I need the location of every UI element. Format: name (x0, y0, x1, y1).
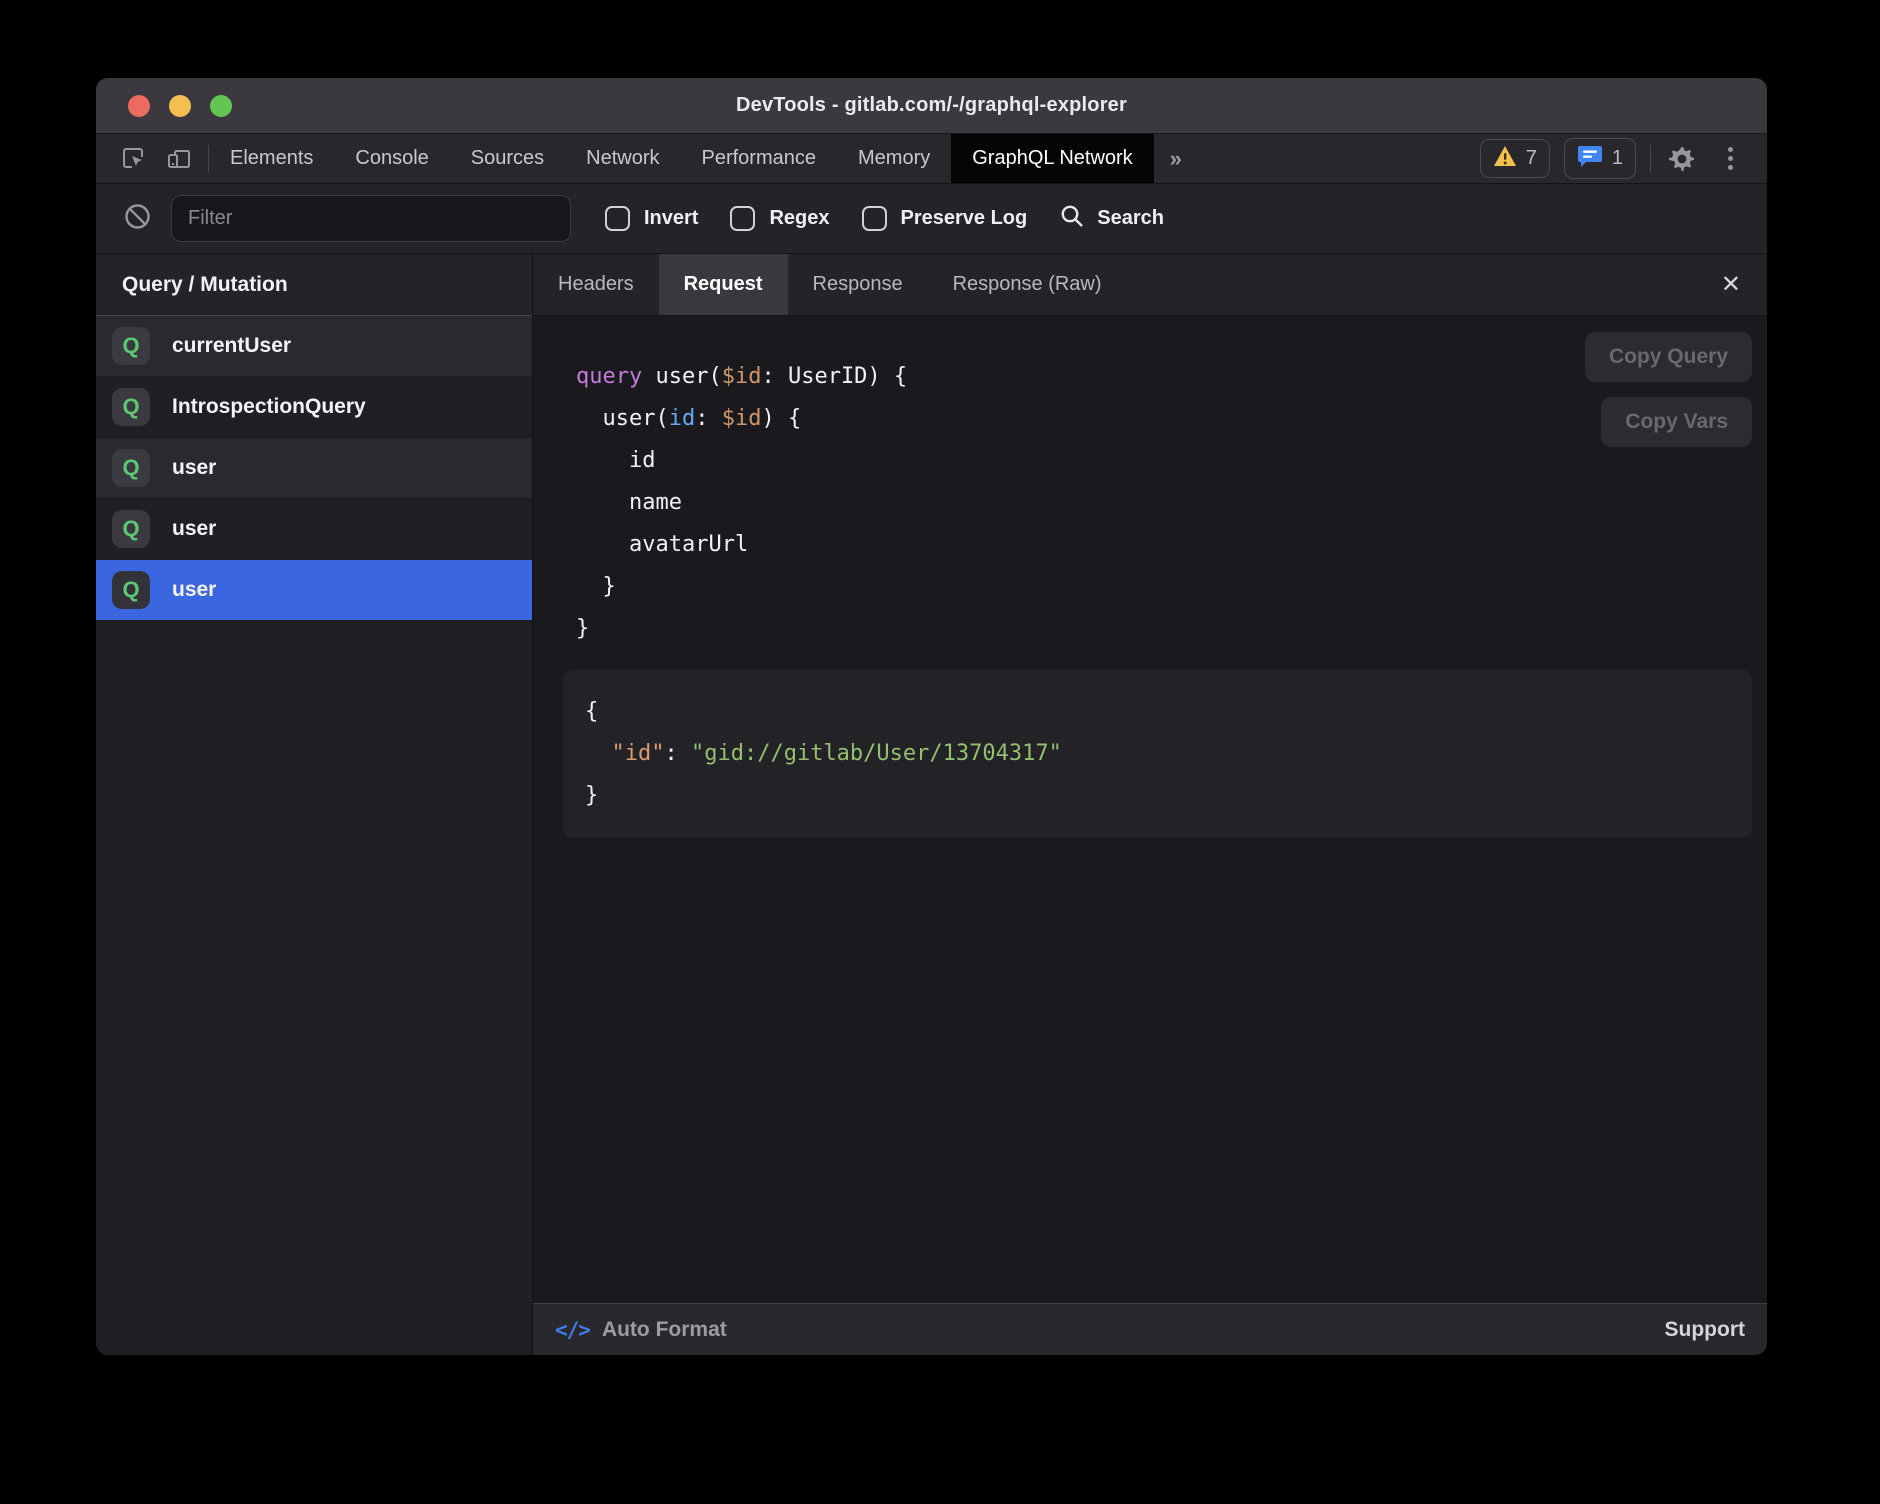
query-list-item-user[interactable]: Quser (96, 438, 532, 499)
copy-query-button[interactable]: Copy Query (1585, 332, 1752, 382)
toolbar-tab-memory[interactable]: Memory (837, 134, 951, 183)
search-label: Search (1097, 207, 1164, 230)
title-bar: DevTools - gitlab.com/-/graphql-explorer (96, 78, 1767, 134)
toolbar-tabs: ElementsConsoleSourcesNetworkPerformance… (209, 134, 1154, 183)
code-line: } (576, 608, 1767, 650)
devtools-toolbar: ElementsConsoleSourcesNetworkPerformance… (96, 134, 1767, 184)
device-toolbar-icon[interactable] (164, 144, 194, 174)
close-window-button[interactable] (128, 95, 150, 117)
chat-bubble-icon (1577, 144, 1603, 173)
code-line: "id": "gid://gitlab/User/13704317" (585, 733, 1752, 775)
filter-input[interactable] (171, 195, 571, 242)
code-line: avatarUrl (576, 524, 1767, 566)
sidebar-header: Query / Mutation (96, 254, 532, 316)
query-list-item-user[interactable]: Quser (96, 560, 532, 621)
query-variables-box: { "id": "gid://gitlab/User/13704317"} (563, 670, 1752, 838)
query-name-label: IntrospectionQuery (172, 395, 366, 419)
devtools-window: DevTools - gitlab.com/-/graphql-explorer… (96, 78, 1767, 1355)
copy-vars-button[interactable]: Copy Vars (1601, 397, 1752, 447)
query-name-label: user (172, 456, 216, 480)
warning-icon (1493, 145, 1517, 172)
query-sidebar: Query / Mutation QcurrentUserQIntrospect… (96, 254, 533, 1355)
query-list: QcurrentUserQIntrospectionQueryQuserQuse… (96, 316, 532, 621)
toolbar-tab-console[interactable]: Console (334, 134, 449, 183)
toolbar-tab-performance[interactable]: Performance (681, 134, 838, 183)
issue-count: 1 (1612, 147, 1623, 170)
panel-tabs: HeadersRequestResponseResponse (Raw) ✕ (533, 254, 1767, 316)
toolbar-tab-elements[interactable]: Elements (209, 134, 334, 183)
filter-bar: Invert Regex Preserve Log Search (96, 184, 1767, 254)
auto-format-button[interactable]: </> Auto Format (555, 1318, 727, 1342)
query-name-label: currentUser (172, 334, 291, 358)
toolbar-tab-network[interactable]: Network (565, 134, 680, 183)
checkbox-box-regex[interactable] (730, 206, 755, 231)
warning-count: 7 (1526, 147, 1537, 170)
panel-tab-response[interactable]: Response (788, 254, 928, 315)
more-tabs-button[interactable]: » (1154, 134, 1198, 183)
request-tab-content: query user($id: UserID) { user(id: $id) … (533, 316, 1767, 1303)
issues-badge[interactable]: 1 (1564, 138, 1636, 179)
traffic-lights (128, 78, 232, 133)
code-brackets-icon: </> (555, 1318, 590, 1342)
query-name-label: user (172, 517, 216, 541)
query-list-item-user[interactable]: Quser (96, 499, 532, 560)
query-type-icon: Q (112, 388, 150, 426)
code-line: } (576, 566, 1767, 608)
detail-panel: HeadersRequestResponseResponse (Raw) ✕ q… (533, 254, 1767, 1355)
query-type-icon: Q (112, 327, 150, 365)
settings-gear-icon[interactable] (1665, 142, 1699, 176)
close-panel-icon[interactable]: ✕ (1713, 254, 1749, 315)
panel-footer: </> Auto Format Support (533, 1303, 1767, 1355)
checkbox-label: Preserve Log (901, 207, 1028, 230)
checkbox-preserve-log[interactable]: Preserve Log (862, 206, 1028, 231)
search-icon (1059, 203, 1085, 234)
clear-block-icon[interactable] (124, 203, 151, 235)
support-link[interactable]: Support (1665, 1318, 1745, 1342)
filter-checkboxes: Invert Regex Preserve Log (605, 206, 1027, 231)
checkbox-invert[interactable]: Invert (605, 206, 698, 231)
search-group[interactable]: Search (1059, 203, 1164, 234)
toolbar-tab-sources[interactable]: Sources (450, 134, 565, 183)
query-name-label: user (172, 578, 216, 602)
toolbar-right-divider (1650, 145, 1651, 173)
checkbox-label: Invert (644, 207, 698, 230)
code-line: name (576, 482, 1767, 524)
query-type-icon: Q (112, 449, 150, 487)
panel-tab-request[interactable]: Request (659, 254, 788, 315)
minimize-window-button[interactable] (169, 95, 191, 117)
checkbox-regex[interactable]: Regex (730, 206, 829, 231)
panel-tab-headers[interactable]: Headers (533, 254, 659, 315)
toolbar-tab-graphql-network[interactable]: GraphQL Network (951, 134, 1153, 183)
checkbox-label: Regex (769, 207, 829, 230)
panel-tab-response-raw[interactable]: Response (Raw) (928, 254, 1127, 315)
code-line: { (585, 691, 1752, 733)
checkbox-box-invert[interactable] (605, 206, 630, 231)
window-title: DevTools - gitlab.com/-/graphql-explorer (736, 94, 1127, 117)
inspect-element-icon[interactable] (118, 144, 148, 174)
query-list-item-introspectionquery[interactable]: Q IntrospectionQuery (96, 377, 532, 438)
query-type-icon: Q (112, 571, 150, 609)
code-line: } (585, 775, 1752, 817)
checkbox-box-preserve-log[interactable] (862, 206, 887, 231)
query-type-icon: Q (112, 510, 150, 548)
auto-format-label: Auto Format (602, 1318, 727, 1342)
kebab-menu-icon[interactable] (1713, 142, 1747, 176)
graphql-query-code: query user($id: UserID) { user(id: $id) … (533, 316, 1767, 650)
chevron-double-right-icon: » (1170, 146, 1182, 172)
zoom-window-button[interactable] (210, 95, 232, 117)
query-list-item-currentuser[interactable]: QcurrentUser (96, 316, 532, 377)
warnings-badge[interactable]: 7 (1480, 139, 1550, 178)
